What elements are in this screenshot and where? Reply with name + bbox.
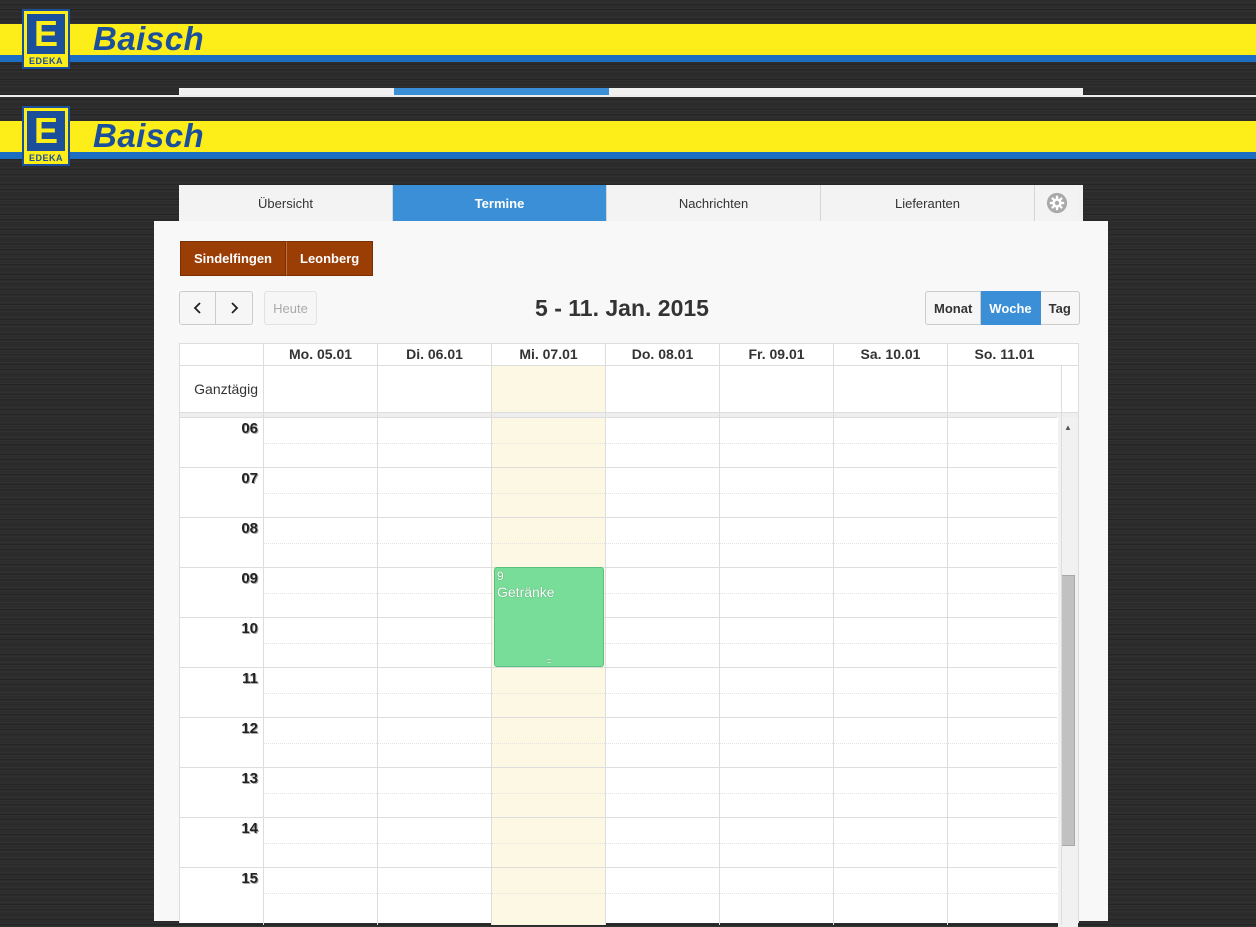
- hour-row[interactable]: 13: [180, 767, 1057, 817]
- column-divider: [947, 365, 948, 925]
- column-divider: [491, 365, 492, 925]
- day-header: Di. 06.01: [377, 344, 491, 365]
- tab-nachrichten[interactable]: Nachrichten: [607, 185, 821, 221]
- hour-label: 09: [241, 570, 258, 587]
- hour-row[interactable]: 07: [180, 467, 1057, 517]
- hour-label: 15: [241, 870, 258, 887]
- prev-week-button[interactable]: [179, 291, 216, 325]
- today-button[interactable]: Heute: [264, 291, 317, 325]
- hour-row[interactable]: 06: [180, 417, 1057, 467]
- hour-label: 10: [241, 620, 258, 637]
- location-selector: Sindelfingen Leonberg: [180, 241, 374, 276]
- column-divider: [833, 365, 834, 925]
- column-divider: [1061, 365, 1062, 925]
- day-header: Mi. 07.01: [491, 344, 605, 365]
- all-day-label: Ganztägig: [194, 381, 258, 397]
- hour-label: 13: [241, 770, 258, 787]
- day-header: So. 11.01: [947, 344, 1061, 365]
- event-title: Getränke: [497, 584, 555, 600]
- chevron-left-icon: [193, 302, 201, 314]
- hour-row[interactable]: 14: [180, 817, 1057, 867]
- hour-label: 08: [241, 520, 258, 537]
- hour-row[interactable]: 11: [180, 667, 1057, 717]
- event-resize-handle[interactable]: =: [495, 657, 603, 666]
- hour-label: 14: [241, 820, 258, 837]
- settings-button[interactable]: [1035, 185, 1079, 221]
- column-divider: [263, 365, 264, 925]
- hour-label: 11: [242, 670, 258, 687]
- column-divider: [719, 365, 720, 925]
- all-day-row[interactable]: [180, 365, 1078, 413]
- main-nav: Übersicht Termine Nachrichten Lieferante…: [179, 185, 1083, 221]
- day-header: Do. 08.01: [605, 344, 719, 365]
- day-header: Mo. 05.01: [263, 344, 377, 365]
- view-day-button[interactable]: Tag: [1040, 291, 1080, 325]
- tab-uebersicht[interactable]: Übersicht: [179, 185, 393, 221]
- hour-row[interactable]: 09: [180, 567, 1057, 617]
- hour-label: 07: [241, 470, 258, 487]
- view-switcher: Monat Woche Tag: [925, 291, 1080, 325]
- time-grid[interactable]: 06 07 08 09 10 11 12 13 14 15: [180, 417, 1057, 927]
- week-calendar: Ganztägig 06 07 08 09 10 11 12 13 14 15 ▲ Mo. 05.…: [179, 343, 1079, 927]
- view-week-button[interactable]: Woche: [981, 291, 1041, 325]
- next-week-button[interactable]: [216, 291, 253, 325]
- brand-name: Baisch: [93, 117, 205, 154]
- column-divider: [605, 365, 606, 925]
- gear-icon: [1046, 192, 1068, 214]
- edeka-logo: E EDEKA: [22, 9, 70, 69]
- hour-label: 12: [241, 720, 258, 737]
- tab-lieferanten[interactable]: Lieferanten: [821, 185, 1035, 221]
- tab-termine[interactable]: Termine: [393, 185, 607, 221]
- location-button-sindelfingen[interactable]: Sindelfingen: [180, 241, 286, 276]
- hour-row[interactable]: 10: [180, 617, 1057, 667]
- day-header: Sa. 10.01: [833, 344, 947, 365]
- hour-row[interactable]: 15: [180, 867, 1057, 917]
- location-button-leonberg[interactable]: Leonberg: [286, 241, 374, 276]
- brand-name: Baisch: [93, 20, 205, 57]
- edeka-logo[interactable]: E EDEKA: [22, 106, 70, 166]
- calendar-event[interactable]: 9 Getränke =: [494, 567, 604, 667]
- hour-row[interactable]: 08: [180, 517, 1057, 567]
- calendar-panel: Sindelfingen Leonberg Heute 5 - 11. Jan.…: [154, 221, 1108, 927]
- event-time: 9: [497, 569, 504, 583]
- scroll-thumb[interactable]: [1061, 575, 1075, 846]
- chevron-right-icon: [231, 302, 239, 314]
- view-month-button[interactable]: Monat: [925, 291, 982, 325]
- hour-label: 06: [241, 420, 258, 437]
- column-divider: [377, 365, 378, 925]
- day-header: Fr. 09.01: [719, 344, 833, 365]
- header-banner: E EDEKA Baisch: [0, 97, 1256, 167]
- calendar-title: 5 - 11. Jan. 2015: [535, 295, 709, 321]
- hour-row[interactable]: 12: [180, 717, 1057, 767]
- header-banner-background: E EDEKA Baisch: [0, 0, 1256, 70]
